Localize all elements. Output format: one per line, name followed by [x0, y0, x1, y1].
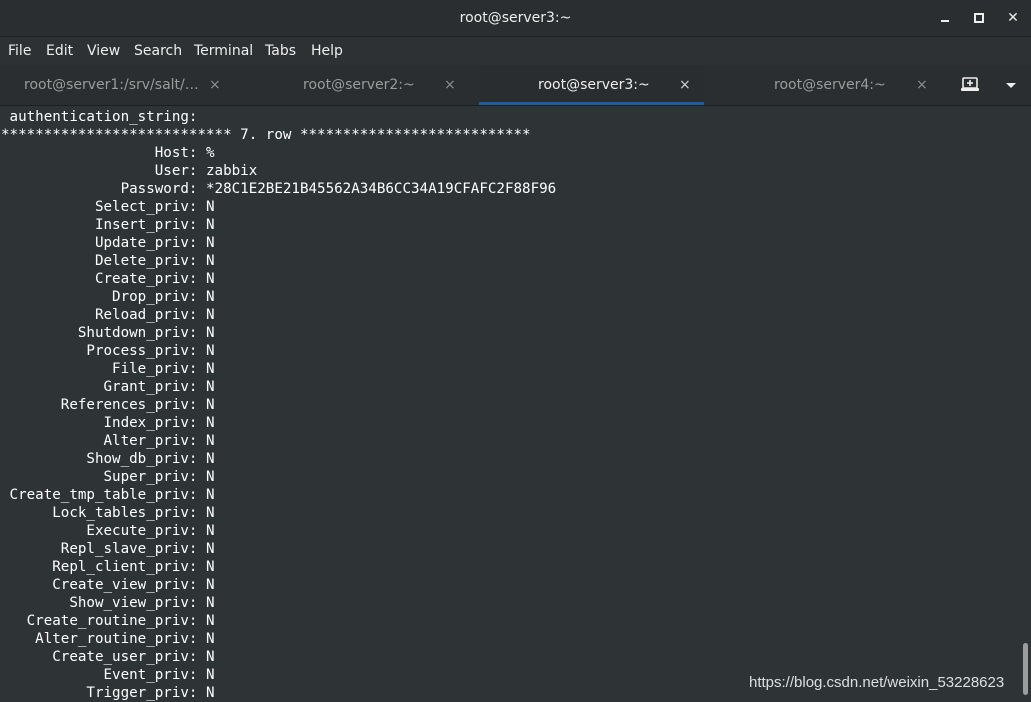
tab-server2[interactable]: root@server2:~ ×: [240, 65, 465, 105]
menu-terminal[interactable]: Terminal: [194, 37, 253, 65]
terminal-line: User: zabbix: [1, 163, 258, 179]
tab-close-icon[interactable]: ×: [209, 65, 221, 105]
terminal-line: Shutdown_priv: N: [1, 325, 215, 341]
new-tab-icon: [961, 77, 979, 91]
terminal-line: References_priv: N: [1, 397, 215, 413]
terminal-lines: authentication_string: *****************…: [1, 108, 556, 702]
menu-tabs[interactable]: Tabs: [265, 37, 296, 65]
terminal-line: Execute_priv: N: [1, 523, 215, 539]
menu-bar: File Edit View Search Terminal Tabs Help: [0, 37, 1031, 65]
tab-server3[interactable]: root@server3:~ ×: [479, 65, 704, 105]
tab-label: root@server2:~: [303, 77, 415, 93]
terminal-line: Alter_priv: N: [1, 433, 215, 449]
close-button[interactable]: ✕: [1003, 8, 1023, 28]
menu-help[interactable]: Help: [311, 37, 343, 65]
menu-view[interactable]: View: [87, 37, 120, 65]
terminal-line: *************************** 7. row *****…: [1, 127, 531, 143]
terminal-line: Reload_priv: N: [1, 307, 215, 323]
terminal-line: Update_priv: N: [1, 235, 215, 251]
tab-label: root@server3:~: [538, 77, 650, 93]
new-tab-button[interactable]: [958, 75, 982, 95]
tab-server1[interactable]: root@server1:/srv/salt/… ×: [0, 65, 225, 105]
terminal-line: Super_priv: N: [1, 469, 215, 485]
tabs-menu-button[interactable]: [1003, 75, 1019, 95]
terminal-line: authentication_string:: [1, 109, 206, 125]
watermark: https://blog.csdn.net/weixin_53228623: [749, 674, 1005, 691]
close-icon: ✕: [1007, 10, 1019, 26]
scrollbar[interactable]: [1020, 106, 1031, 702]
terminal-line: Index_priv: N: [1, 415, 215, 431]
terminal-line: Alter_routine_priv: N: [1, 631, 215, 647]
terminal-output[interactable]: authentication_string: *****************…: [0, 106, 1020, 702]
terminal-line: Event_priv: N: [1, 667, 215, 683]
maximize-button[interactable]: [969, 8, 989, 28]
minimize-button[interactable]: [935, 8, 955, 28]
terminal-line: Create_tmp_table_priv: N: [1, 487, 215, 503]
terminal-line: Trigger_priv: N: [1, 685, 215, 701]
menu-file[interactable]: File: [8, 37, 31, 65]
tab-close-icon[interactable]: ×: [679, 65, 691, 105]
menu-search[interactable]: Search: [134, 37, 182, 65]
terminal-line: File_priv: N: [1, 361, 215, 377]
terminal-line: Repl_slave_priv: N: [1, 541, 215, 557]
minimize-icon: [941, 20, 949, 22]
tab-close-icon[interactable]: ×: [444, 65, 456, 105]
active-tab-indicator: [479, 102, 704, 105]
scrollbar-thumb[interactable]: [1023, 643, 1028, 695]
terminal-line: Lock_tables_priv: N: [1, 505, 215, 521]
terminal-line: Insert_priv: N: [1, 217, 215, 233]
terminal-line: Show_view_priv: N: [1, 595, 215, 611]
maximize-icon: [974, 13, 984, 23]
tab-bar: root@server1:/srv/salt/… × root@server2:…: [0, 65, 1031, 106]
tab-server4[interactable]: root@server4:~ ×: [718, 65, 943, 105]
window-title: root@server3:~: [459, 10, 572, 26]
tab-close-icon[interactable]: ×: [916, 65, 928, 105]
tab-label: root@server1:/srv/salt/…: [24, 77, 199, 93]
terminal-line: Create_user_priv: N: [1, 649, 215, 665]
terminal-line: Create_routine_priv: N: [1, 613, 215, 629]
terminal-line: Host: %: [1, 145, 215, 161]
terminal-line: Password: *28C1E2BE21B45562A34B6CC34A19C…: [1, 181, 557, 197]
chevron-down-icon: [1006, 83, 1016, 88]
terminal-line: Process_priv: N: [1, 343, 215, 359]
terminal-line: Delete_priv: N: [1, 253, 215, 269]
terminal-line: Create_priv: N: [1, 271, 215, 287]
terminal-line: Grant_priv: N: [1, 379, 215, 395]
terminal-line: Create_view_priv: N: [1, 577, 215, 593]
terminal-line: Show_db_priv: N: [1, 451, 215, 467]
terminal-line: Select_priv: N: [1, 199, 215, 215]
terminal-window: root@server3:~ ✕ File Edit View Search T…: [0, 0, 1031, 702]
terminal-line: Drop_priv: N: [1, 289, 215, 305]
menu-edit[interactable]: Edit: [46, 37, 73, 65]
title-bar[interactable]: root@server3:~ ✕: [0, 0, 1031, 37]
tab-label: root@server4:~: [774, 77, 886, 93]
terminal-line: Repl_client_priv: N: [1, 559, 215, 575]
